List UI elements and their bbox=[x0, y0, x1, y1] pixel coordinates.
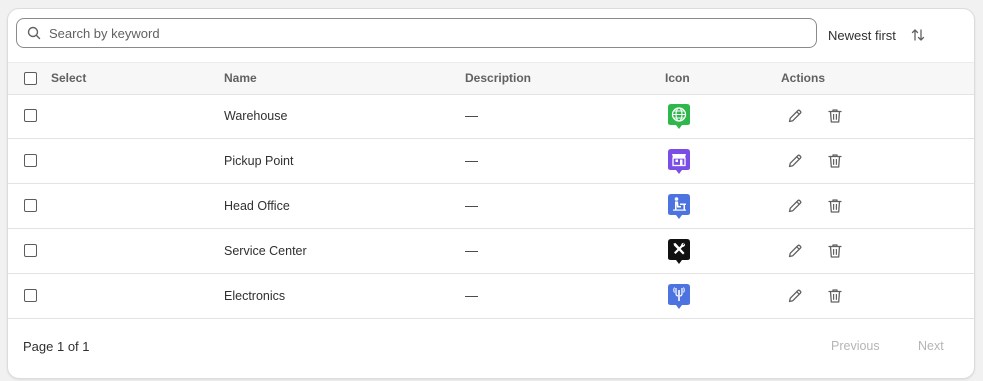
location-description: — bbox=[465, 198, 478, 213]
table-row[interactable]: Head Office — bbox=[8, 184, 974, 229]
trash-icon[interactable] bbox=[826, 107, 844, 125]
trash-icon[interactable] bbox=[826, 152, 844, 170]
location-name: Pickup Point bbox=[224, 154, 294, 168]
location-name: Warehouse bbox=[224, 109, 288, 123]
locations-card: Newest first Select Name Description Ico… bbox=[7, 8, 975, 379]
table-row[interactable]: Warehouse — bbox=[8, 94, 974, 139]
header-description: Description bbox=[465, 71, 532, 85]
location-name: Service Center bbox=[224, 244, 307, 258]
location-description: — bbox=[465, 108, 478, 123]
location-description: — bbox=[465, 243, 478, 258]
trash-icon[interactable] bbox=[826, 287, 844, 305]
header-icon: Icon bbox=[665, 71, 690, 85]
header-name: Name bbox=[224, 71, 257, 85]
location-name: Head Office bbox=[224, 199, 290, 213]
sort-label: Newest first bbox=[828, 27, 896, 43]
previous-button[interactable]: Previous bbox=[831, 339, 880, 353]
pencil-icon[interactable] bbox=[786, 107, 804, 125]
search-box[interactable] bbox=[16, 18, 817, 48]
row-checkbox[interactable] bbox=[24, 289, 37, 302]
pencil-icon[interactable] bbox=[786, 197, 804, 215]
toolbar: Newest first bbox=[8, 9, 974, 61]
trash-icon[interactable] bbox=[826, 242, 844, 260]
table-header: Select Name Description Icon Actions bbox=[8, 62, 974, 95]
pencil-icon[interactable] bbox=[786, 287, 804, 305]
row-checkbox[interactable] bbox=[24, 109, 37, 122]
search-input[interactable] bbox=[49, 25, 789, 41]
page-info: Page 1 of 1 bbox=[23, 339, 90, 354]
select-all-checkbox[interactable] bbox=[24, 72, 37, 85]
header-actions: Actions bbox=[781, 71, 826, 85]
store-icon bbox=[668, 149, 690, 174]
globe-icon bbox=[668, 104, 690, 129]
search-icon bbox=[27, 26, 41, 40]
person-at-desk-icon bbox=[668, 194, 690, 219]
pencil-icon[interactable] bbox=[786, 152, 804, 170]
row-checkbox[interactable] bbox=[24, 154, 37, 167]
wrench-screwdriver-icon bbox=[668, 239, 690, 264]
antenna-icon bbox=[668, 284, 690, 309]
location-name: Electronics bbox=[224, 289, 286, 303]
location-description: — bbox=[465, 288, 478, 303]
pencil-icon[interactable] bbox=[786, 242, 804, 260]
table-row[interactable]: Electronics — bbox=[8, 274, 974, 319]
table-row[interactable]: Service Center — bbox=[8, 229, 974, 274]
location-description: — bbox=[465, 153, 478, 168]
sort-button[interactable]: Newest first bbox=[828, 22, 926, 48]
sort-arrows-icon bbox=[911, 29, 925, 41]
row-checkbox[interactable] bbox=[24, 199, 37, 212]
next-button[interactable]: Next bbox=[918, 339, 944, 353]
table-row[interactable]: Pickup Point — bbox=[8, 139, 974, 184]
row-checkbox[interactable] bbox=[24, 244, 37, 257]
trash-icon[interactable] bbox=[826, 197, 844, 215]
pagination: Page 1 of 1 Previous Next bbox=[8, 327, 974, 367]
header-select: Select bbox=[51, 71, 87, 85]
